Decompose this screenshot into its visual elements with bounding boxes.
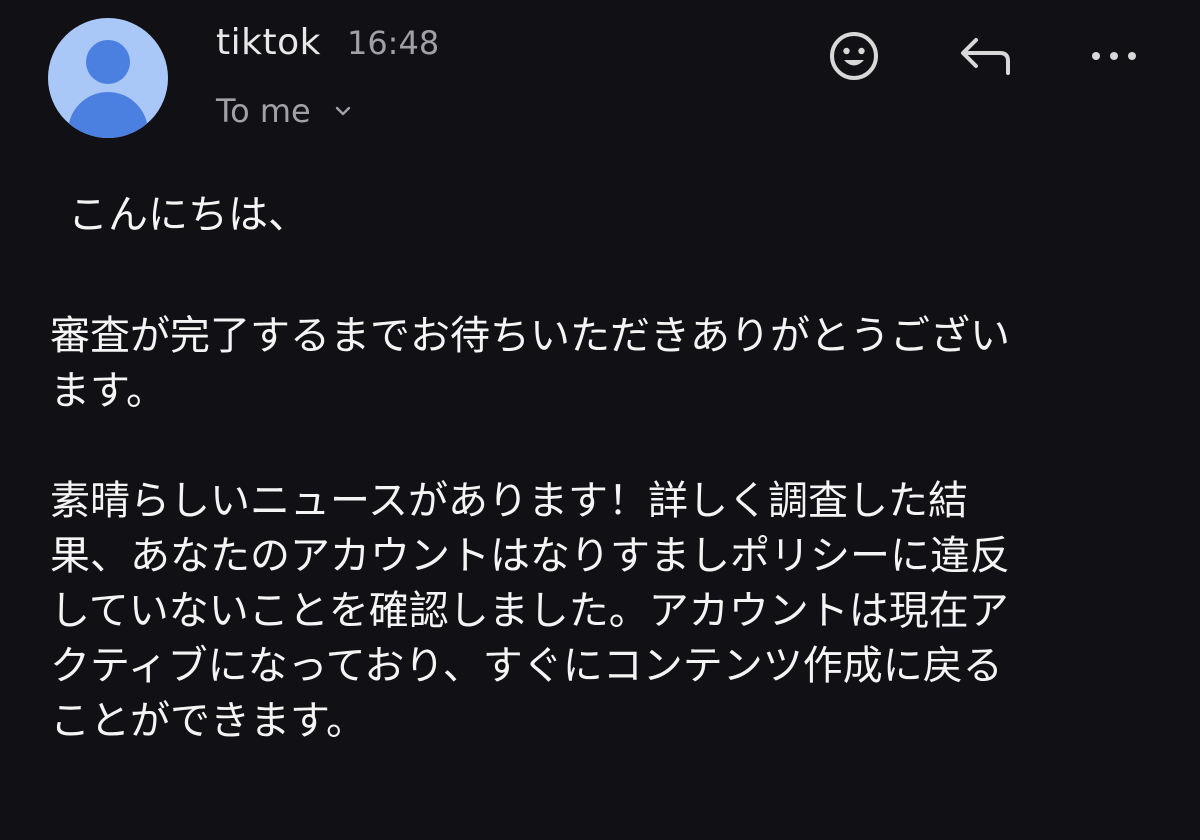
more-options-icon [1092, 52, 1136, 60]
avatar-head [86, 40, 130, 84]
reply-icon [961, 38, 1010, 75]
message-paragraph-1-line-2: ます。 [50, 368, 166, 414]
sender-row: tiktok 16:48 [216, 22, 439, 68]
sender-avatar[interactable] [48, 18, 168, 138]
message-paragraph-2-line-5: ことができます。 [50, 698, 366, 744]
chevron-down-icon [335, 106, 350, 116]
sender-name[interactable]: tiktok [216, 22, 321, 63]
message-paragraph-2-line-3: していないことを確認しました。アカウントは現在ア [50, 588, 1009, 634]
recipient-label: To me [216, 92, 311, 130]
add-reaction-button[interactable] [824, 26, 884, 86]
more-options-button[interactable] [1084, 26, 1144, 86]
avatar-body [68, 92, 148, 138]
message-paragraph-2-line-1: 素晴らしいニュースがあります！詳しく調査した結 [50, 478, 968, 524]
recipient-details-toggle[interactable]: To me [216, 92, 353, 130]
message-body: こんにちは、 審査が完了するまでお待ちいただきありがとうござい ます。 素晴らし… [50, 188, 1160, 749]
message-time: 16:48 [346, 24, 440, 62]
message-paragraph-1-line-1: 審査が完了するまでお待ちいただきありがとうござい [50, 313, 1010, 359]
greeting-text: こんにちは、 [68, 192, 308, 238]
message-paragraph-2-line-4: クティブになっており、すぐにコンテンツ作成に戻る [50, 643, 1003, 689]
emoji-reaction-icon [830, 32, 878, 80]
reply-button[interactable] [954, 26, 1014, 86]
message-paragraph-2-line-2: 果、あなたのアカウントはなりすましポリシーに違反 [50, 533, 1010, 579]
